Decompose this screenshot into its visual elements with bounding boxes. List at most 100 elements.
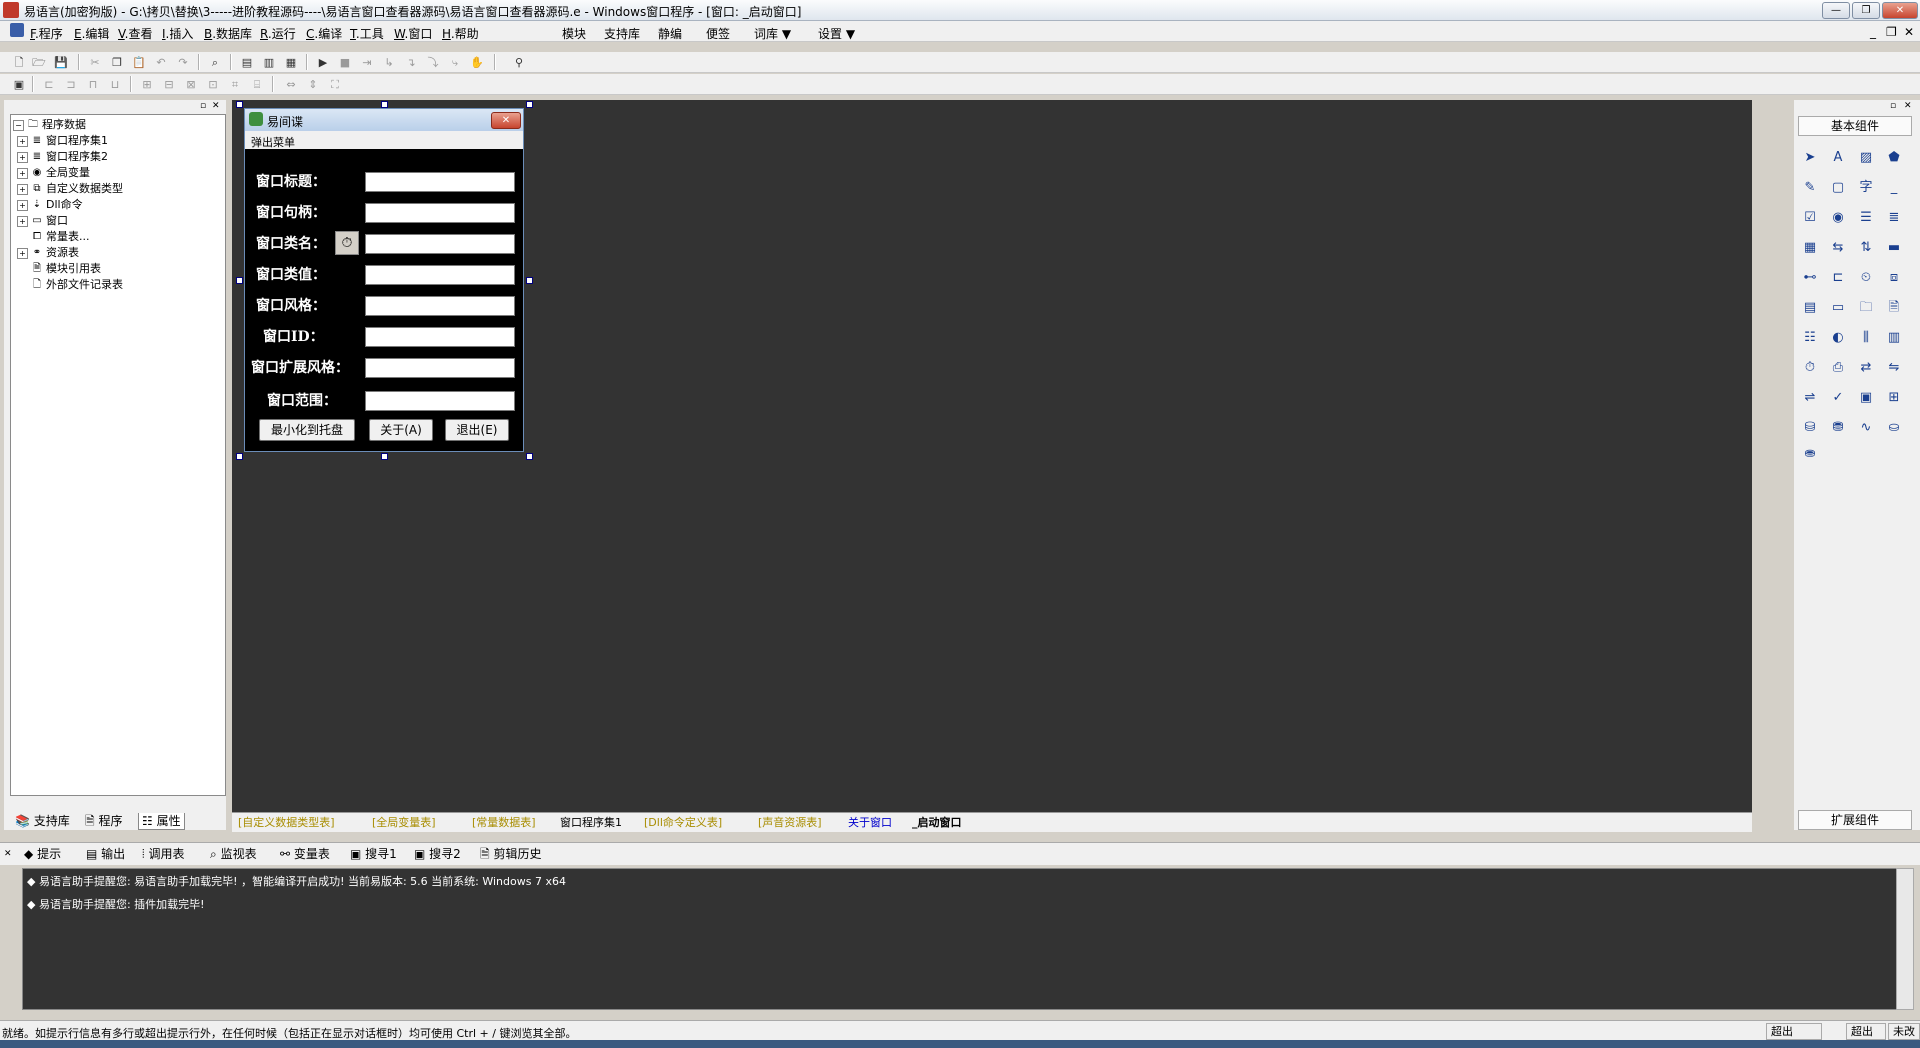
pointer-icon[interactable]: ➤ [1800,148,1820,168]
splitter-component-icon[interactable]: ⫼ [1856,328,1876,348]
step2-icon[interactable]: ↳ [380,54,398,72]
hspace-icon[interactable]: ⇔ [282,76,300,94]
menu-run[interactable]: R.运行 [260,25,296,42]
tab-program[interactable]: 🗎 程序 [82,813,126,829]
listbox-component-icon[interactable]: ≣ [1884,208,1904,228]
menu-help[interactable]: H.帮助 [442,25,479,42]
input-window-handle[interactable] [365,203,515,223]
minimize-button[interactable]: — [1822,2,1850,19]
menu-edit[interactable]: E.编辑 [74,25,109,42]
undo-icon[interactable]: ↶ [152,54,170,72]
redo-icon[interactable]: ↷ [174,54,192,72]
stopwatch-icon[interactable]: ⏱ [335,231,359,255]
menu-settings[interactable]: 设置 ▼ [818,25,855,42]
tab-variables[interactable]: ⚯ 变量表 [280,846,330,862]
tab-constants[interactable]: [常量数据表] [472,815,536,830]
about-button[interactable]: 关于(A) [369,419,433,441]
tree-node-module1[interactable]: + ≣ 窗口程序集1 [17,133,108,148]
tab-component-icon[interactable]: ⊏ [1828,268,1848,288]
tab-startup-window[interactable]: _启动窗口 [912,815,962,830]
scroll-v-icon[interactable]: ⇅ [1856,238,1876,258]
printer-component-icon[interactable]: ⎙ [1828,358,1848,378]
grid-icon[interactable]: ▣ [10,76,28,94]
timer-component-icon[interactable]: ⏲ [1856,268,1876,288]
maximize-button[interactable]: ❐ [1852,2,1880,19]
button-component-icon[interactable]: ▭ [1828,298,1848,318]
tree-node-external-files[interactable]: 🗋 外部文件记录表 [31,277,123,292]
odbc-component-icon[interactable]: ⛀ [1884,418,1904,438]
progress-component-icon[interactable]: ▬ [1884,238,1904,258]
tab-module1[interactable]: 窗口程序集1 [560,815,622,830]
align-left-icon[interactable]: ⊏ [40,76,58,94]
exit-button[interactable]: 退出(E) [445,419,509,441]
menu-database[interactable]: B.数据库 [204,25,252,42]
table-component-icon[interactable]: ⊞ [1884,388,1904,408]
step5-icon[interactable]: ⤷ [446,54,464,72]
find-icon[interactable]: ⌕ [206,54,224,72]
hand-icon[interactable]: ✋ [468,54,486,72]
tree-node-module-refs[interactable]: 🗎 模块引用表 [31,261,101,276]
minimize-to-tray-button[interactable]: 最小化到托盘 [259,419,355,441]
basic-components-title[interactable]: 基本组件 [1798,116,1912,136]
tree-node-custom-types[interactable]: + ⧉ 自定义数据类型 [17,181,123,196]
close-button[interactable]: ✕ [1882,2,1918,19]
form-close-button[interactable]: ✕ [491,112,521,129]
fit-icon[interactable]: ⛶ [326,76,344,94]
combobox-component-icon[interactable]: ☰ [1856,208,1876,228]
step1-icon[interactable]: ⇥ [358,54,376,72]
calendar-component-icon[interactable]: ▤ [1800,298,1820,318]
tree-node-globals[interactable]: + ◉ 全局变量 [17,165,90,180]
panel-pin-icon[interactable]: ▫ [1890,101,1896,111]
tab-hints[interactable]: ◆ 提示 [24,846,61,862]
db-component-icon[interactable]: ⛁ [1800,418,1820,438]
folder-component-icon[interactable]: 🗀 [1856,298,1876,318]
menu-module[interactable]: 模块 [562,25,586,42]
tab-global-vars[interactable]: [全局变量表] [372,815,436,830]
grid-component-icon[interactable]: ▦ [1800,238,1820,258]
binoculars-icon[interactable]: ⚲ [510,54,528,72]
db-provider-icon[interactable]: ⛃ [1828,418,1848,438]
step4-icon[interactable]: ⤵ [424,54,442,72]
menu-tools[interactable]: T.工具 [350,25,384,42]
layout3-icon[interactable]: ▦ [282,54,300,72]
text-component-icon[interactable]: 字 [1856,178,1876,198]
align-bottom-icon[interactable]: ⊔ [106,76,124,94]
align-top-icon[interactable]: ⊓ [84,76,102,94]
extended-components-title[interactable]: 扩展组件 [1798,810,1912,830]
tab-dll-commands[interactable]: [Dll命令定义表] [644,815,722,830]
save-icon[interactable]: 💾 [52,54,70,72]
color-component-icon[interactable]: ◐ [1828,328,1848,348]
menu-compile[interactable]: C.编译 [306,25,342,42]
tab-output[interactable]: ▤ 输出 [86,846,125,862]
program-tree[interactable]: − 🗀 程序数据 + ≣ 窗口程序集1 + ≣ 窗口程序集2 + ◉ 全局变量 + ⧉ 自定义数据类… [10,114,226,796]
clock-component-icon[interactable]: ⏱ [1800,358,1820,378]
run-icon[interactable]: ▶ [314,54,332,72]
mdi-close-button[interactable]: ✕ [1904,25,1914,39]
center-v-icon[interactable]: ⊟ [160,76,178,94]
copy-icon[interactable]: ❐ [108,54,126,72]
scroll-h-icon[interactable]: ⇆ [1828,238,1848,258]
menu-support-lib[interactable]: 支持库 [604,25,640,42]
tab-call-stack[interactable]: ⦙ 调用表 [142,846,185,862]
toolbar-component-icon[interactable]: ☷ [1800,328,1820,348]
edit-component-icon[interactable]: ✎ [1800,178,1820,198]
same-height-icon[interactable]: ⊡ [204,76,222,94]
mdi-restore-button[interactable]: ❐ [1886,25,1897,39]
step3-icon[interactable]: ↴ [402,54,420,72]
menu-notes[interactable]: 便签 [706,25,730,42]
menu-window[interactable]: W.窗口 [394,25,432,42]
network1-component-icon[interactable]: ⇄ [1856,358,1876,378]
tab-sound-resources[interactable]: [声音资源表] [758,815,822,830]
input-window-class[interactable] [365,234,515,254]
same-width-icon[interactable]: ⊠ [182,76,200,94]
check-list-component-icon[interactable]: ✓ [1828,388,1848,408]
panel-component-icon[interactable]: ▣ [1856,388,1876,408]
document-component-icon[interactable]: 🗎 [1884,298,1904,318]
layout2-icon[interactable]: ▥ [260,54,278,72]
odbc-db-component-icon[interactable]: ⛂ [1800,444,1820,464]
paste-icon[interactable]: 📋 [130,54,148,72]
tab-search2[interactable]: ▣ 搜寻2 [414,846,461,862]
output-close-icon[interactable]: ✕ [4,846,12,862]
same-size-icon[interactable]: ⌗ [226,76,244,94]
menu-insert[interactable]: I.插入 [162,25,193,42]
